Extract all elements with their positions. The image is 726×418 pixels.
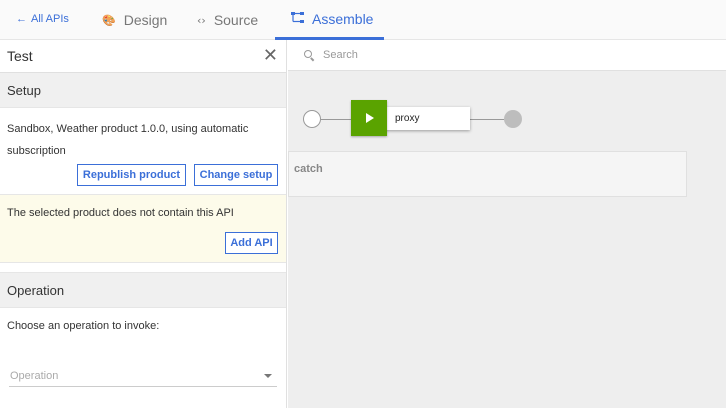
close-icon[interactable]: ✕	[263, 47, 278, 65]
all-apis-link[interactable]: ← All APIs	[16, 13, 69, 25]
chevron-down-icon	[264, 374, 272, 378]
setup-description: Sandbox, Weather product 1.0.0, using au…	[7, 123, 249, 157]
proxy-policy[interactable]: proxy	[351, 100, 470, 136]
operation-select-placeholder: Operation	[10, 370, 59, 382]
tab-source[interactable]: ‹› Source	[197, 0, 258, 40]
tab-assemble-label: Assemble	[312, 10, 374, 27]
test-panel-title: Test	[7, 48, 33, 64]
tab-design[interactable]: 🎨 Design	[102, 0, 167, 40]
operation-section: Choose an operation to invoke: Operation	[0, 308, 286, 418]
add-api-button[interactable]: Add API	[225, 232, 278, 254]
back-arrow-icon: ←	[16, 13, 27, 25]
operation-select[interactable]: Operation	[9, 366, 277, 387]
setup-section-heading: Setup	[0, 73, 286, 108]
operation-prompt: Choose an operation to invoke:	[7, 320, 160, 332]
search-input[interactable]	[323, 49, 623, 61]
test-panel: Test ✕ Setup Sandbox, Weather product 1.…	[0, 40, 287, 408]
setup-section: Sandbox, Weather product 1.0.0, using au…	[0, 108, 286, 195]
flow-end-node[interactable]	[504, 110, 522, 128]
warning-message: The selected product does not contain th…	[7, 207, 234, 219]
tab-assemble[interactable]: Assemble	[275, 0, 384, 40]
catch-label: catch	[294, 163, 323, 175]
code-icon: ‹›	[197, 13, 206, 27]
all-apis-label: All APIs	[31, 13, 69, 25]
republish-product-button[interactable]: Republish product	[77, 164, 186, 186]
proxy-policy-label: proxy	[395, 113, 420, 124]
operation-section-heading: Operation	[0, 273, 286, 308]
flow-connector	[321, 119, 351, 120]
tab-source-label: Source	[213, 12, 259, 28]
top-nav-bar: ← All APIs 🎨 Design ‹› Source Assemble	[0, 0, 726, 40]
flow-start-node[interactable]	[303, 110, 321, 128]
catch-section[interactable]: catch	[288, 151, 687, 197]
flow-connector	[470, 119, 504, 120]
policy-label: proxy	[381, 107, 470, 130]
canvas-search-bar	[288, 40, 726, 71]
section-divider	[0, 263, 286, 273]
product-warning: The selected product does not contain th…	[0, 195, 286, 263]
test-panel-header: Test ✕	[0, 40, 286, 73]
tab-design-label: Design	[123, 12, 168, 28]
assemble-icon	[291, 11, 304, 26]
change-setup-button[interactable]: Change setup	[194, 164, 278, 186]
palette-icon: 🎨	[102, 13, 116, 27]
assembly-canvas: proxy catch	[288, 40, 726, 408]
play-icon	[351, 100, 387, 136]
search-icon	[304, 49, 315, 61]
